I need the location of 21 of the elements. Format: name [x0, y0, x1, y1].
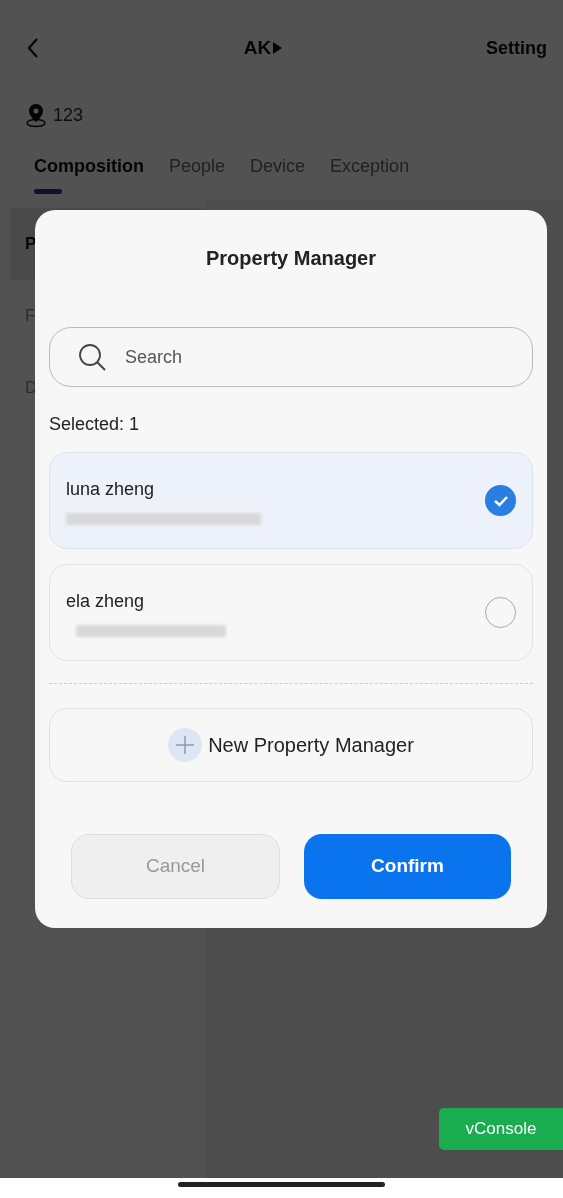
- page-title: AK: [243, 35, 272, 60]
- dialog-title: Property Manager: [205, 246, 377, 271]
- setting-button[interactable]: Setting: [486, 34, 547, 62]
- vconsole-button[interactable]: vConsole: [439, 1108, 563, 1150]
- plus-icon: [168, 728, 203, 762]
- search-field[interactable]: Search: [49, 327, 533, 387]
- person-name: luna zheng: [66, 478, 156, 501]
- checked-radio-icon[interactable]: [485, 485, 516, 516]
- selected-count: Selected: 1: [49, 413, 141, 436]
- person-card[interactable]: luna zheng: [49, 452, 533, 549]
- location-text: 123: [53, 103, 84, 127]
- person-name: ela zheng: [66, 590, 146, 613]
- person-card[interactable]: ela zheng: [49, 564, 533, 661]
- cancel-button[interactable]: Cancel: [71, 834, 280, 899]
- search-icon: [77, 342, 107, 372]
- back-icon[interactable]: [26, 36, 40, 60]
- confirm-button[interactable]: Confirm: [304, 834, 511, 899]
- triangle-icon[interactable]: [273, 42, 283, 54]
- tab[interactable]: Composition: [34, 153, 144, 200]
- new-manager-button[interactable]: New Property Manager: [49, 708, 533, 782]
- location-pin-icon: [25, 102, 47, 128]
